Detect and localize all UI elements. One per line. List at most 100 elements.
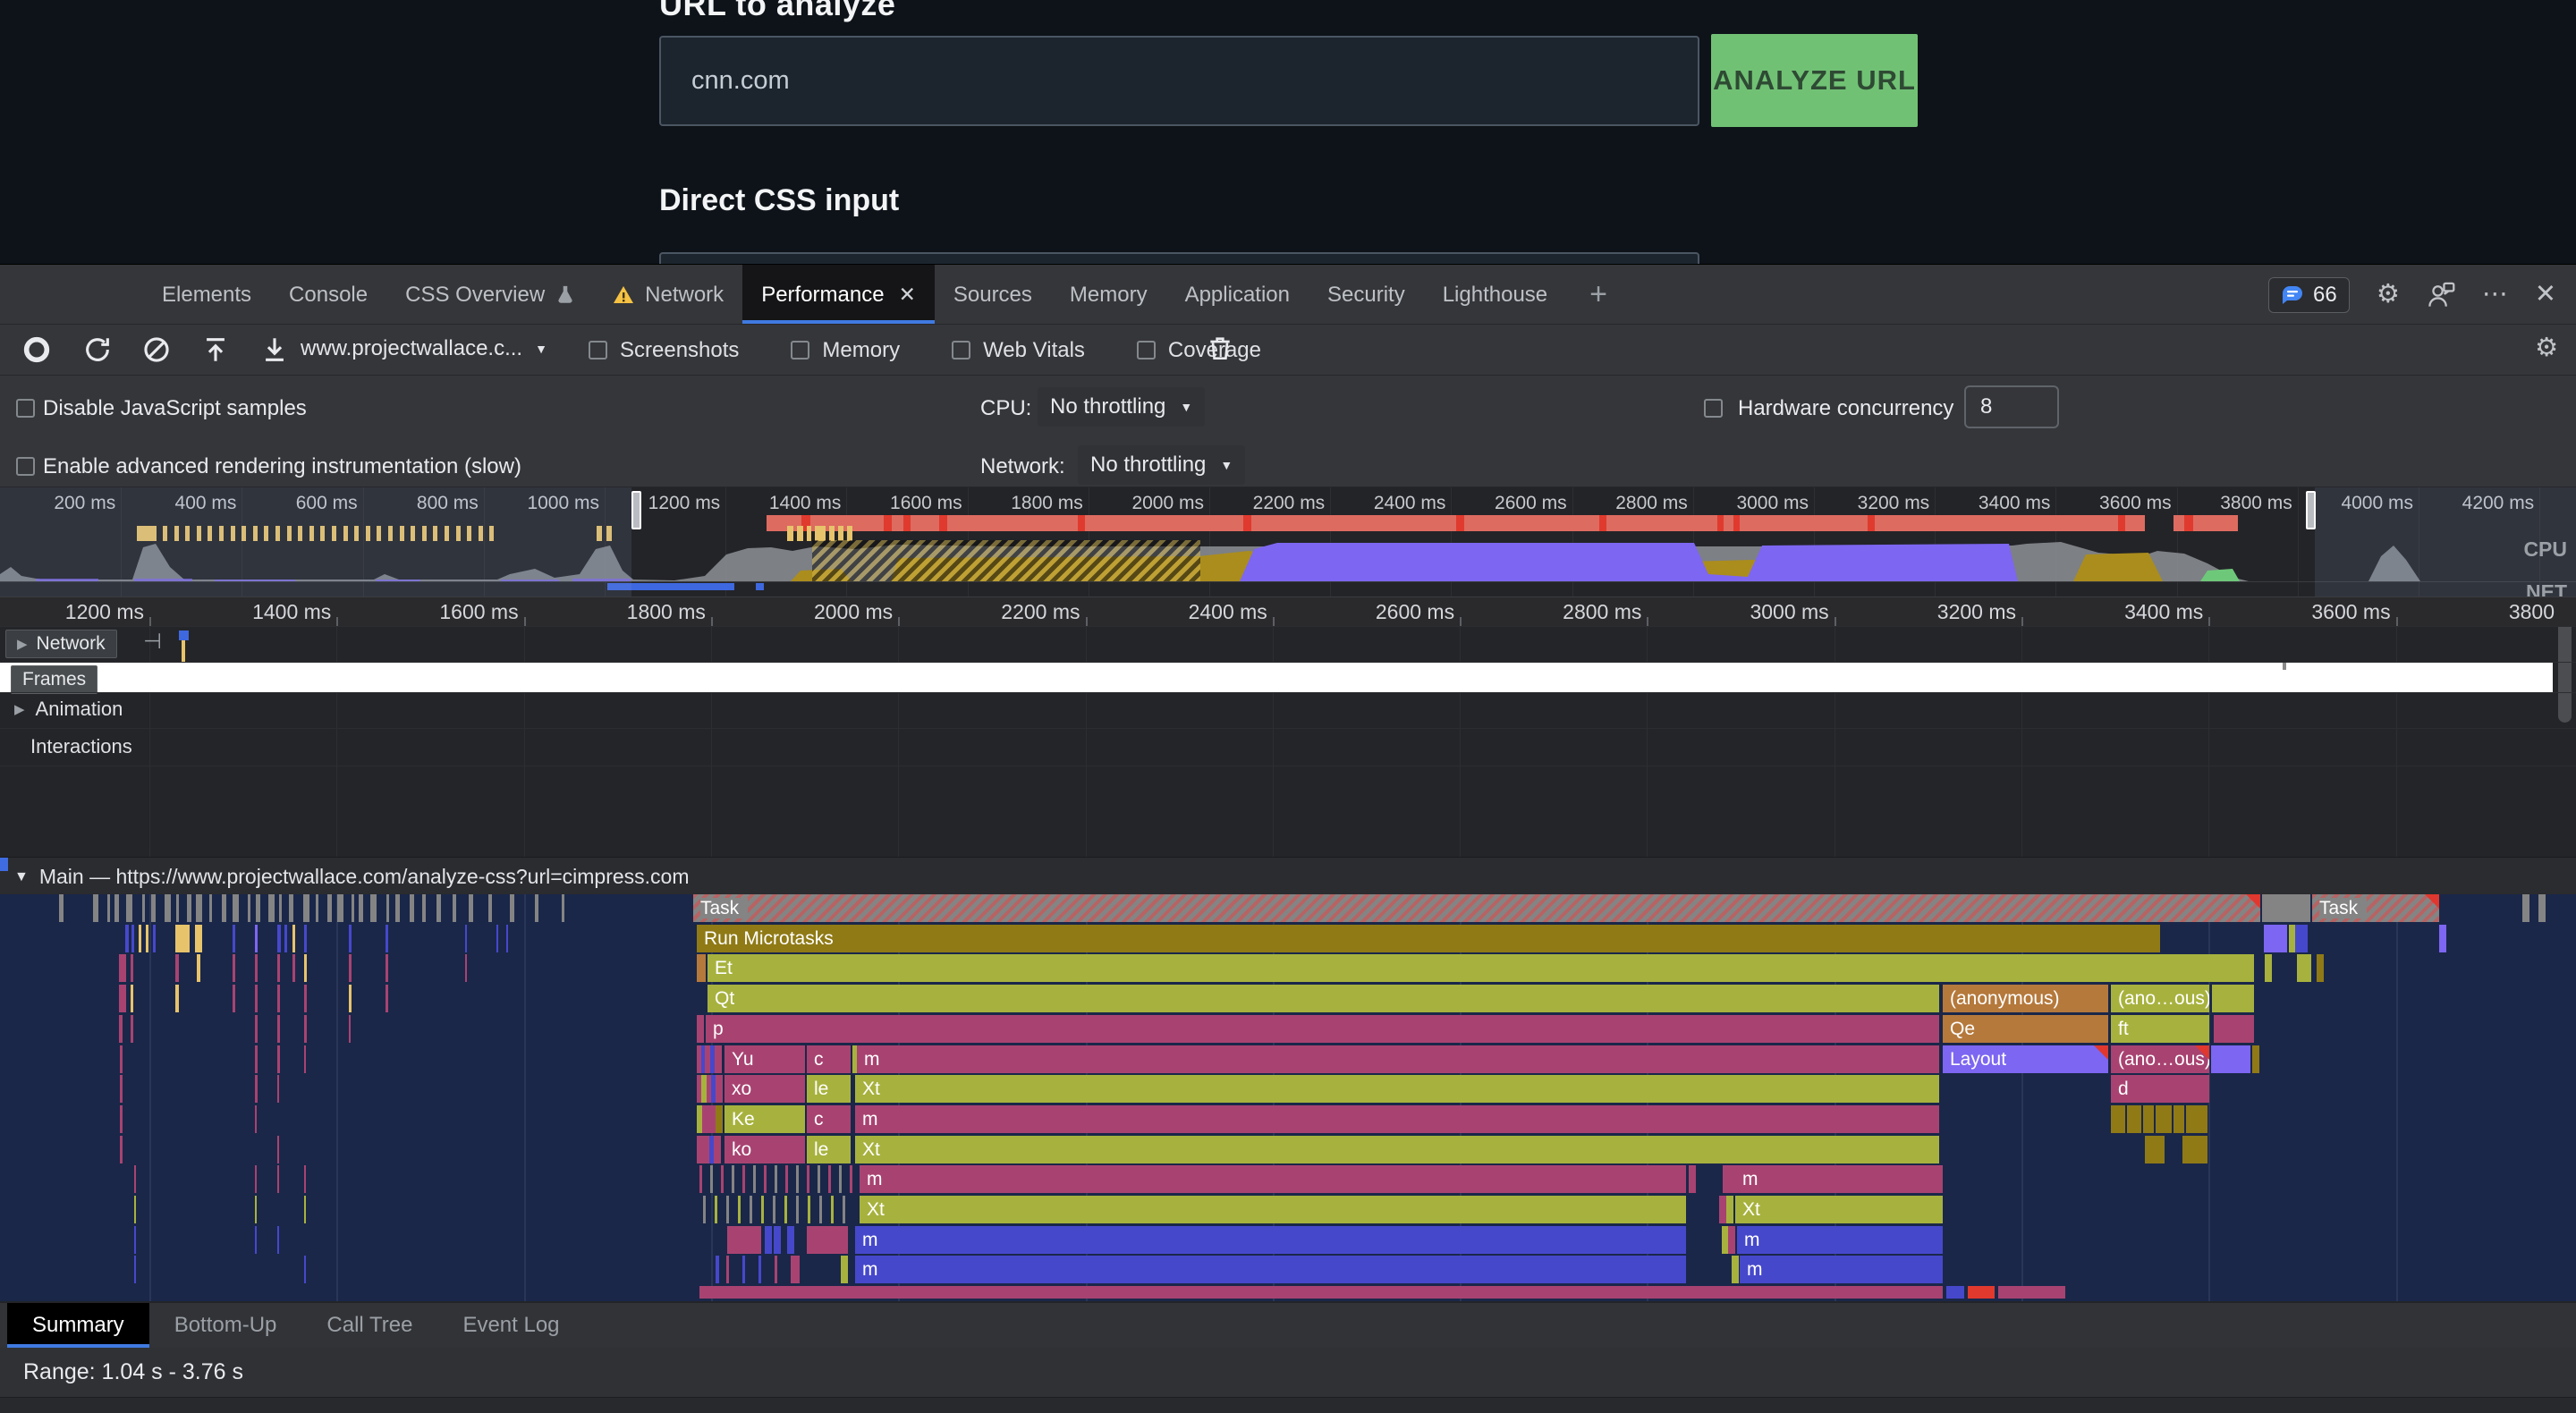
flame-segment[interactable] [1728, 1226, 1735, 1254]
flame-segment-le[interactable]: le [807, 1136, 851, 1163]
main-thread-header[interactable]: ▼ Main — https://www.projectwallace.com/… [0, 857, 2576, 894]
load-profile-icon[interactable] [200, 334, 231, 365]
checkbox-web-vitals[interactable]: Web Vitals [952, 338, 1085, 363]
flame-segment-qe[interactable]: Qe [1943, 1015, 2108, 1043]
flame-segment[interactable] [2211, 1045, 2250, 1073]
settings-gear-icon[interactable]: ⚙ [2377, 282, 2400, 308]
timeline-overview[interactable]: 200 ms400 ms600 ms800 ms1000 ms1200 ms14… [0, 487, 2576, 597]
flame-segment-ft[interactable]: ft [2111, 1015, 2209, 1043]
flame-segment[interactable] [2538, 894, 2546, 922]
flame-segment[interactable] [2264, 925, 2287, 952]
flame-segment[interactable] [702, 1105, 709, 1133]
track-resize-icon[interactable]: ⊣ [143, 629, 162, 655]
flame-segment-xt[interactable]: Xt [855, 1075, 1939, 1103]
record-icon[interactable] [21, 334, 52, 365]
history-dropdown[interactable]: www.projectwallace.c... ▼ [301, 336, 547, 361]
flame-segment[interactable] [787, 1226, 794, 1254]
flame-segment[interactable] [2111, 1105, 2125, 1133]
flame-segment[interactable] [697, 1015, 704, 1043]
flame-segment[interactable] [2212, 985, 2254, 1012]
close-devtools-icon[interactable]: ✕ [2535, 282, 2556, 308]
flame-segment[interactable] [2265, 954, 2272, 982]
flame-segment--ano-ous-[interactable]: (ano…ous) [2111, 985, 2209, 1012]
flame-segment[interactable] [1998, 1286, 2065, 1299]
add-tab-button[interactable]: + [1566, 265, 1631, 325]
tab-network[interactable]: Network [594, 265, 742, 325]
close-tab-icon[interactable]: ✕ [899, 283, 916, 307]
bottom-tab-call-tree[interactable]: Call Tree [301, 1303, 437, 1348]
flame-segment[interactable] [727, 1226, 761, 1254]
flame-segment[interactable] [2174, 1105, 2184, 1133]
flame-segment-c[interactable]: c [807, 1105, 851, 1133]
checkbox-screenshots[interactable]: Screenshots [589, 338, 739, 363]
checkbox-coverage[interactable]: Coverage [1137, 338, 1261, 363]
flame-segment-xt[interactable]: Xt [860, 1196, 1686, 1223]
flame-segment[interactable] [1723, 1165, 1730, 1193]
flame-segment[interactable] [699, 1286, 1943, 1299]
capture-settings-gear-icon[interactable]: ⚙ [2535, 335, 2558, 361]
frames-track[interactable]: Frames [0, 662, 2553, 692]
flame-segment[interactable] [716, 1105, 723, 1133]
flame-chart[interactable]: TaskTaskRun MicrotasksEtQt(anonymous)(an… [0, 894, 2576, 1301]
reload-record-icon[interactable] [82, 334, 113, 365]
flame-segment-task[interactable]: Task [2312, 894, 2439, 922]
flame-segment[interactable] [2214, 1015, 2254, 1043]
bottom-tab-summary[interactable]: Summary [7, 1303, 149, 1348]
flame-segment-ko[interactable]: ko [724, 1136, 805, 1163]
checkbox-box[interactable] [952, 341, 970, 360]
flame-segment[interactable] [2439, 925, 2446, 952]
checkbox-box[interactable] [1137, 341, 1156, 360]
animation-track-header[interactable]: ▶ Animation [14, 698, 123, 721]
tab-elements[interactable]: Elements [143, 265, 270, 325]
flame-segment[interactable] [1719, 1196, 1726, 1223]
network-track-header[interactable]: ▶ Network [5, 630, 117, 658]
flame-segment--anonymous-[interactable]: (anonymous) [1943, 985, 2108, 1012]
flame-segment[interactable] [714, 1136, 721, 1163]
flame-segment-m[interactable]: m [855, 1226, 1686, 1254]
clear-icon[interactable] [141, 334, 172, 365]
flame-segment-ke[interactable]: Ke [724, 1105, 805, 1133]
flame-segment-m[interactable]: m [855, 1105, 1939, 1133]
hardware-concurrency-checkbox[interactable] [1704, 399, 1723, 418]
flame-segment[interactable] [2317, 954, 2324, 982]
flame-segment[interactable] [2127, 1105, 2141, 1133]
interactions-track-header[interactable]: Interactions [30, 735, 132, 758]
flame-segment-run-microtasks[interactable]: Run Microtasks [697, 925, 2160, 952]
flame-segment-xt[interactable]: Xt [1735, 1196, 1943, 1223]
flame-segment[interactable] [1732, 1256, 1739, 1283]
flame-segment[interactable] [2297, 954, 2304, 982]
issues-badge[interactable]: 66 [2268, 277, 2350, 313]
flame-segment[interactable] [1968, 1286, 1995, 1299]
flame-segment[interactable] [697, 954, 706, 982]
flame-segment[interactable] [2262, 894, 2310, 922]
network-throttling-select[interactable]: No throttling ▼ [1078, 445, 1245, 485]
flame-segment[interactable] [1689, 1165, 1696, 1193]
flame-segment[interactable] [1946, 1286, 1964, 1299]
tab-css-overview[interactable]: CSS Overview [386, 265, 594, 325]
flame-segment-qt[interactable]: Qt [708, 985, 1939, 1012]
css-textarea-partial[interactable] [659, 252, 1699, 264]
disable-js-checkbox[interactable] [16, 399, 35, 418]
collapse-icon[interactable]: ▼ [14, 869, 29, 885]
flame-segment-p[interactable]: p [706, 1015, 1939, 1043]
flame-segment-layout[interactable]: Layout [1943, 1045, 2108, 1073]
bottom-tab-event-log[interactable]: Event Log [437, 1303, 584, 1348]
advanced-rendering-checkbox[interactable] [16, 457, 35, 476]
tab-application[interactable]: Application [1166, 265, 1309, 325]
selection-handle-left[interactable] [631, 491, 641, 529]
scrollbar-thumb[interactable] [2558, 626, 2572, 723]
flame-segment[interactable] [1726, 1196, 1733, 1223]
feedback-icon[interactable] [2427, 281, 2455, 309]
flame-segment-xt[interactable]: Xt [855, 1136, 1939, 1163]
flame-segment[interactable] [2186, 1105, 2207, 1133]
flame-segment-m[interactable]: m [1740, 1256, 1943, 1283]
tab-memory[interactable]: Memory [1051, 265, 1166, 325]
flame-segment-m[interactable]: m [1737, 1226, 1943, 1254]
tab-lighthouse[interactable]: Lighthouse [1424, 265, 1566, 325]
flame-segment[interactable] [2522, 894, 2529, 922]
checkbox-memory[interactable]: Memory [791, 338, 900, 363]
flame-segment[interactable] [2182, 1136, 2207, 1163]
network-request-mark[interactable] [179, 630, 189, 640]
flame-segment[interactable] [2143, 1105, 2154, 1133]
flame-segment[interactable] [2252, 1045, 2259, 1073]
